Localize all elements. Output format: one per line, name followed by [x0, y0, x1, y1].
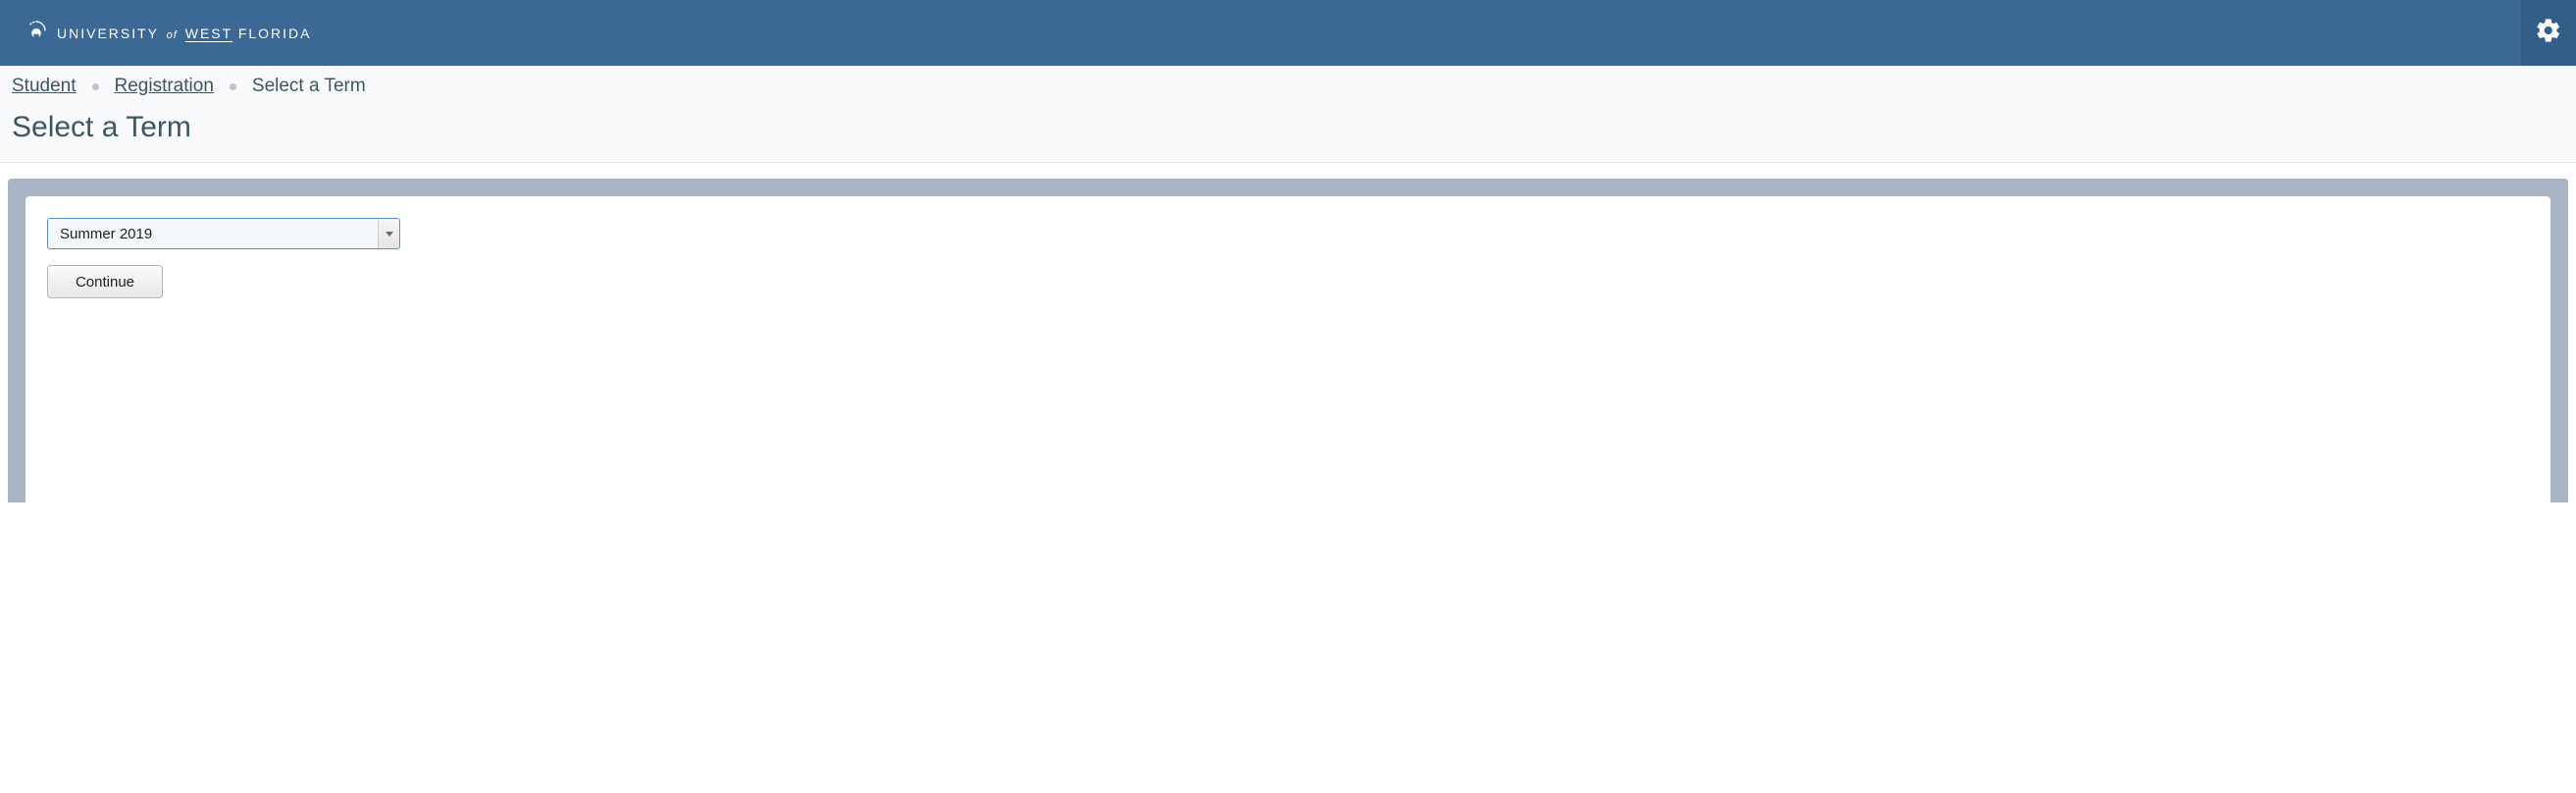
- continue-button[interactable]: Continue: [47, 265, 163, 298]
- brand-suffix: FLORIDA: [238, 26, 312, 41]
- chevron-down-icon: [378, 219, 399, 248]
- breadcrumb-current: Select a Term: [252, 76, 366, 97]
- page-title: Select a Term: [12, 111, 2564, 144]
- panel-frame: Summer 2019 Continue: [8, 179, 2568, 502]
- settings-button[interactable]: [2521, 0, 2576, 66]
- breadcrumb-separator: [92, 83, 99, 90]
- term-select-value: Summer 2019: [48, 219, 378, 248]
- panel-body: Summer 2019 Continue: [26, 196, 2550, 502]
- brand-text: UNIVERSITY of WEST FLORIDA: [57, 26, 312, 41]
- brand-west: WEST: [185, 26, 232, 41]
- gear-icon: [2535, 17, 2562, 49]
- content-wrap: Summer 2019 Continue: [0, 163, 2576, 502]
- app-header: UNIVERSITY of WEST FLORIDA: [0, 0, 2576, 66]
- breadcrumb: Student Registration Select a Term: [12, 76, 2564, 97]
- term-select[interactable]: Summer 2019: [47, 218, 400, 249]
- brand-logo: UNIVERSITY of WEST FLORIDA: [26, 20, 312, 46]
- brand-prefix: UNIVERSITY: [57, 26, 159, 41]
- breadcrumb-link-student[interactable]: Student: [12, 76, 77, 97]
- brand-of: of: [167, 29, 178, 41]
- breadcrumb-separator: [230, 83, 236, 90]
- page-header-area: Student Registration Select a Term Selec…: [0, 66, 2576, 163]
- breadcrumb-link-registration[interactable]: Registration: [115, 76, 214, 97]
- nautilus-icon: [26, 20, 47, 46]
